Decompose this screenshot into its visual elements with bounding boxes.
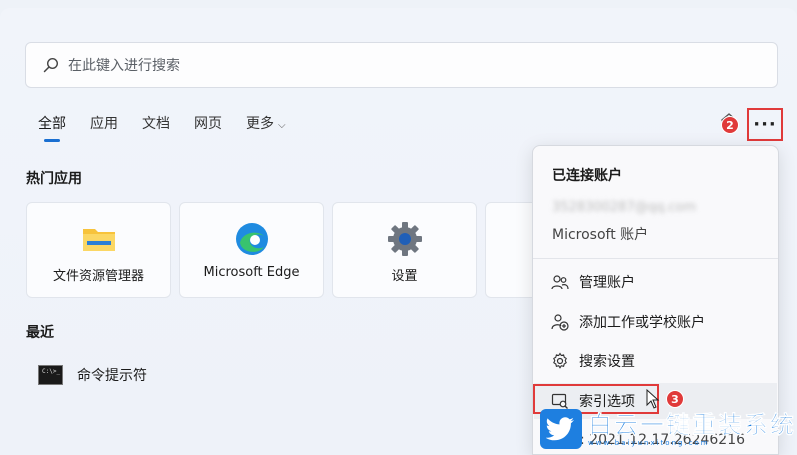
menu-item-label: 添加工作或学校账户: [579, 315, 705, 331]
edge-icon: [234, 221, 270, 257]
app-card-edge[interactable]: Microsoft Edge: [179, 202, 324, 298]
app-card-file-explorer[interactable]: 文件资源管理器: [26, 202, 171, 298]
add-person-icon: [551, 313, 569, 331]
menu-item-add-work-account[interactable]: 添加工作或学校账户: [534, 304, 777, 340]
recent-item-label: 命令提示符: [77, 368, 147, 384]
search-input[interactable]: 在此键入进行搜索: [68, 55, 180, 75]
search-tabs: 全部 应用 文档 网页 更多 ⌵: [38, 113, 310, 142]
tab-more-label: 更多: [246, 116, 274, 132]
recent-item-cmd[interactable]: C:\>_ 命令提示符: [38, 365, 147, 385]
gear-icon: [387, 221, 423, 257]
tab-all[interactable]: 全部: [38, 113, 66, 142]
account-email: 3528300287@qq.com: [552, 200, 697, 215]
folder-icon: [81, 221, 117, 257]
menu-item-label: 搜索设置: [579, 354, 635, 370]
tab-documents[interactable]: 文档: [142, 113, 170, 133]
people-icon: [551, 273, 569, 291]
step-badge-3: 3: [666, 390, 684, 408]
watermark-cn: 白云一键重装系统: [588, 411, 796, 440]
app-label: Microsoft Edge: [203, 265, 300, 280]
hot-apps-title: 热门应用: [26, 171, 82, 187]
menu-item-search-settings[interactable]: 搜索设置: [534, 343, 777, 379]
watermark-text: 白云一键重装系统 www.baiyunxitong.com: [588, 411, 796, 447]
gear-icon: [551, 352, 569, 370]
step-badge-2: 2: [721, 116, 739, 134]
watermark: 白云一键重装系统 www.baiyunxitong.com: [540, 409, 796, 449]
cmd-icon: C:\>_: [38, 365, 63, 385]
account-type: Microsoft 账户: [552, 227, 649, 243]
app-label: 文件资源管理器: [52, 269, 144, 284]
app-card-settings[interactable]: 设置: [332, 202, 477, 298]
menu-header: 已连接账户: [552, 168, 622, 184]
tab-web[interactable]: 网页: [194, 113, 222, 133]
search-icon: [42, 56, 60, 74]
bird-logo-icon: [540, 409, 582, 449]
app-label: 设置: [391, 269, 418, 284]
recent-title: 最近: [26, 325, 54, 341]
menu-item-label: 管理账户: [579, 275, 635, 291]
watermark-en: www.baiyunxitong.com: [588, 439, 710, 447]
search-box[interactable]: 在此键入进行搜索: [25, 42, 778, 88]
menu-divider: [533, 258, 778, 259]
more-options-button[interactable]: ···: [747, 108, 783, 141]
menu-item-manage-accounts[interactable]: 管理账户: [534, 264, 777, 300]
tab-more[interactable]: 更多 ⌵: [246, 113, 286, 133]
tab-apps[interactable]: 应用: [90, 113, 118, 133]
chevron-down-icon: ⌵: [278, 120, 286, 131]
